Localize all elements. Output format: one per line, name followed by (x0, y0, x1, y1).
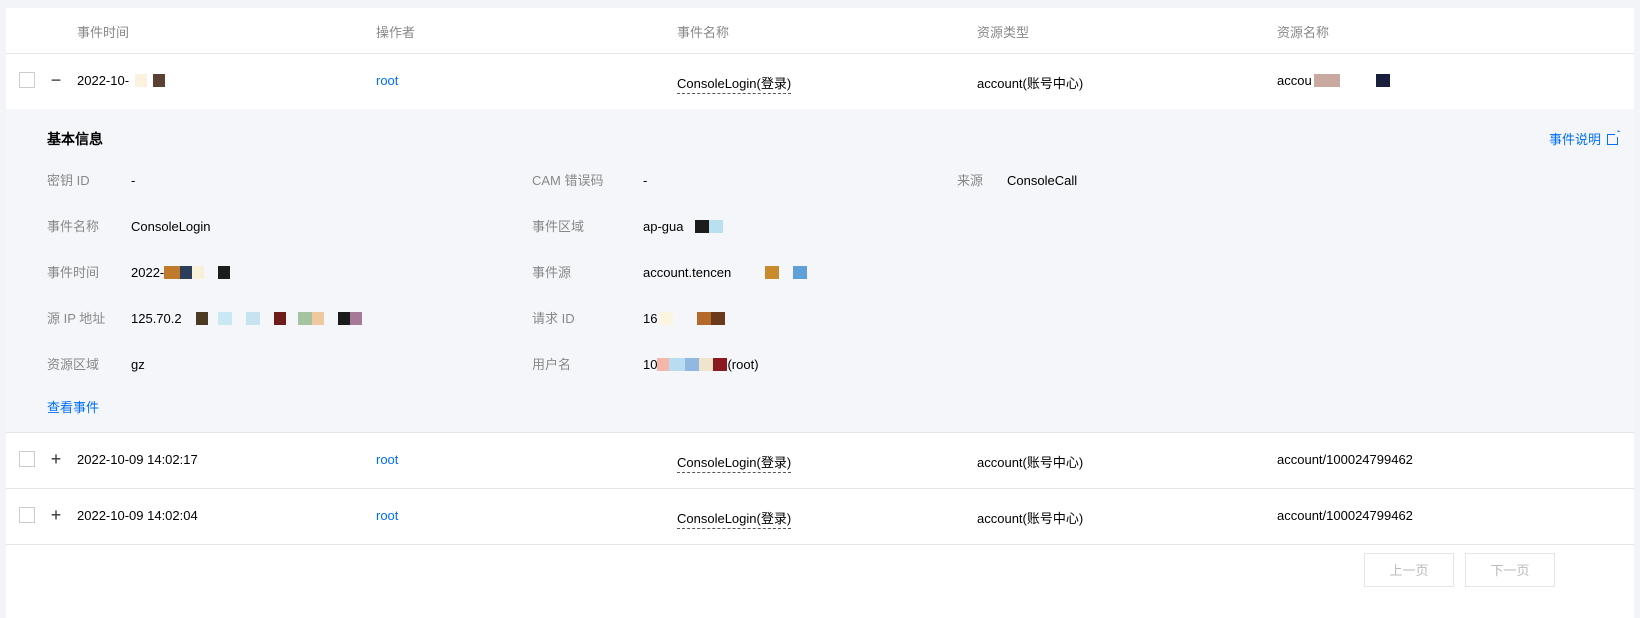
resource-type-cell: account(账号中心) (977, 455, 1084, 470)
header-event-time[interactable]: 事件时间 (77, 22, 129, 41)
collapse-icon[interactable]: − (49, 68, 63, 92)
prev-page-button[interactable]: 上一页 (1364, 553, 1454, 587)
table-row[interactable]: + 2022-10-09 14:02:04 root ConsoleLogin(… (6, 489, 1634, 545)
row-checkbox[interactable] (19, 451, 35, 467)
header-resource-type[interactable]: 资源类型 (977, 22, 1029, 41)
field-event-source: 事件源 account.tencen (532, 262, 808, 281)
event-detail-panel: 基本信息 事件说明 密钥 ID- 事件名称ConsoleLogin 事件时间20… (6, 109, 1634, 433)
resource-type-cell: account(账号中心) (977, 511, 1084, 526)
view-events-link[interactable]: 查看事件 (47, 397, 99, 416)
header-event-name[interactable]: 事件名称 (677, 22, 729, 41)
header-operator[interactable]: 操作者 (376, 22, 415, 41)
operator-link[interactable]: root (376, 73, 398, 88)
event-time-cell: 2022-10-09 14:02:17 (77, 452, 198, 467)
event-time-cell: 2022-10-09 14:02:04 (77, 508, 198, 523)
expand-icon[interactable]: + (49, 447, 63, 471)
field-event-time: 事件时间 2022- (47, 262, 231, 281)
field-cam-error: CAM 错误码 - (532, 173, 648, 188)
table-row[interactable]: + 2022-10-09 14:02:17 root ConsoleLogin(… (6, 433, 1634, 489)
field-source: 来源 ConsoleCall (957, 173, 1078, 188)
event-name-cell[interactable]: ConsoleLogin(登录) (677, 73, 792, 94)
operator-link[interactable]: root (376, 508, 398, 523)
field-resource-region: 资源区域 gz (47, 357, 145, 372)
resource-name-cell: accou (1277, 73, 1390, 88)
event-doc-link[interactable]: 事件说明 (1549, 128, 1621, 148)
event-time-cell: 2022-10- (77, 73, 166, 88)
operator-link[interactable]: root (376, 452, 398, 467)
expand-icon[interactable]: + (49, 503, 63, 527)
field-key-id: 密钥 ID - (47, 173, 136, 188)
external-link-icon (1607, 128, 1621, 145)
next-page-button[interactable]: 下一页 (1465, 553, 1555, 587)
section-title: 基本信息 (47, 131, 103, 147)
row-checkbox[interactable] (19, 72, 35, 88)
resource-name-cell: account/100024799462 (1277, 508, 1413, 523)
field-source-ip: 源 IP 地址 125.70.2 (47, 308, 362, 327)
field-username: 用户名 10 (root) (532, 357, 759, 372)
event-name-cell[interactable]: ConsoleLogin(登录) (677, 508, 792, 529)
resource-type-cell: account(账号中心) (977, 76, 1084, 91)
field-event-region: 事件区域 ap-gua (532, 216, 724, 235)
resource-name-cell: account/100024799462 (1277, 452, 1413, 467)
table-row[interactable]: − 2022-10- root ConsoleLogin(登录) account… (6, 54, 1634, 110)
field-event-name: 事件名称 ConsoleLogin (47, 219, 211, 234)
table-header: 事件时间 操作者 事件名称 资源类型 资源名称 (6, 8, 1634, 54)
field-request-id: 请求 ID 16 (532, 308, 726, 327)
audit-table-card: 事件时间 操作者 事件名称 资源类型 资源名称 − 2022-10- root … (6, 8, 1634, 618)
event-name-cell[interactable]: ConsoleLogin(登录) (677, 452, 792, 473)
row-checkbox[interactable] (19, 507, 35, 523)
header-resource-name[interactable]: 资源名称 (1277, 22, 1329, 41)
